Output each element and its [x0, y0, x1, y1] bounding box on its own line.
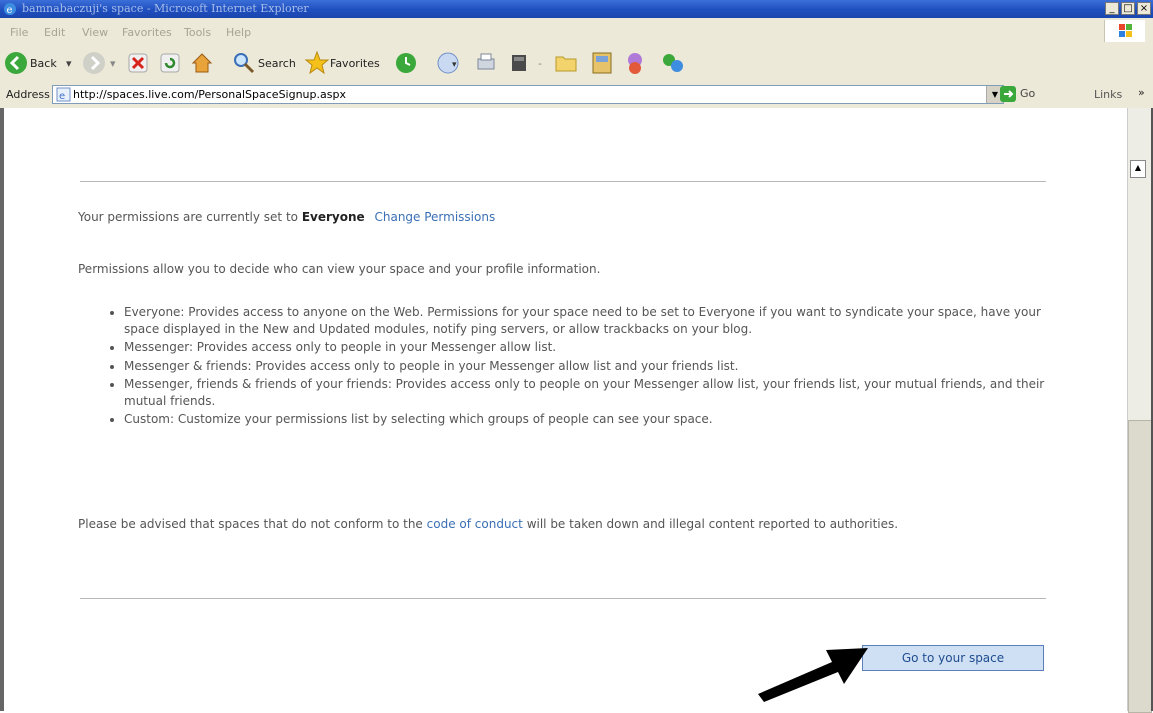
list-item: Custom: Customize your permissions list … — [124, 411, 1054, 428]
search-label[interactable]: Search — [258, 57, 296, 70]
list-item: Messenger, friends & friends of your fri… — [124, 376, 1054, 409]
code-of-conduct-link[interactable]: code of conduct — [427, 517, 523, 531]
back-dropdown-icon[interactable]: ▾ — [66, 57, 72, 70]
go-button[interactable]: Go — [1020, 87, 1035, 100]
stop-icon[interactable] — [128, 53, 148, 73]
permissions-value: Everyone — [301, 210, 365, 224]
svg-text:▾: ▾ — [452, 60, 457, 70]
menu-help[interactable]: Help — [226, 26, 251, 39]
history-icon[interactable] — [394, 51, 418, 75]
window-title: bamnabaczuji's space - Microsoft Interne… — [22, 2, 309, 15]
msn-icon[interactable] — [660, 50, 686, 76]
scroll-up-icon[interactable]: ▲ — [1130, 160, 1146, 178]
back-label[interactable]: Back — [30, 57, 57, 70]
divider-bottom — [80, 598, 1046, 599]
edit-icon[interactable] — [510, 52, 530, 74]
toolbar: Back ▾ ▾ Search Favorites ▾ - — [0, 44, 1153, 83]
go-to-your-space-button[interactable]: Go to your space — [862, 645, 1044, 671]
menu-favorites[interactable]: Favorites — [122, 26, 172, 39]
refresh-icon[interactable] — [160, 53, 180, 73]
favorites-star-icon[interactable] — [304, 50, 330, 76]
home-icon[interactable] — [190, 51, 214, 75]
folder-icon[interactable] — [554, 51, 578, 75]
close-button[interactable]: × — [1137, 2, 1151, 15]
scroll-thumb[interactable] — [1128, 420, 1152, 713]
address-bar: Address e http://spaces.live.com/Persona… — [0, 82, 1153, 109]
research-icon[interactable] — [590, 50, 614, 76]
change-permissions-link[interactable]: Change Permissions — [374, 210, 495, 224]
print-icon[interactable] — [474, 51, 498, 75]
permissions-intro: Permissions allow you to decide who can … — [78, 262, 601, 276]
svg-text:e: e — [7, 5, 13, 16]
menu-file[interactable]: File — [10, 26, 28, 39]
edit-dropdown-icon[interactable]: - — [538, 57, 542, 70]
menu-view[interactable]: View — [82, 26, 108, 39]
maximize-button[interactable]: □ — [1121, 2, 1135, 15]
forward-dropdown-icon[interactable]: ▾ — [110, 57, 116, 70]
links-button[interactable]: Links — [1094, 88, 1122, 101]
minimize-button[interactable]: _ — [1105, 2, 1119, 15]
favorites-label[interactable]: Favorites — [330, 57, 380, 70]
menu-edit[interactable]: Edit — [44, 26, 65, 39]
list-item: Messenger: Provides access only to peopl… — [124, 339, 1054, 356]
divider-top — [80, 181, 1046, 182]
permissions-list: Everyone: Provides access to anyone on t… — [100, 304, 1054, 430]
advisory-suffix: will be taken down and illegal content r… — [526, 517, 899, 531]
menu-tools[interactable]: Tools — [184, 26, 211, 39]
ie-icon: e — [4, 3, 16, 16]
permissions-prefix: Your permissions are currently set to — [78, 210, 298, 224]
search-icon[interactable] — [232, 51, 256, 75]
menu-bar: File Edit View Favorites Tools Help — [0, 18, 1153, 45]
list-item: Messenger & friends: Provides access onl… — [124, 358, 1054, 375]
title-bar: e bamnabaczuji's space - Microsoft Inter… — [0, 0, 1153, 18]
messenger-icon[interactable] — [622, 50, 648, 76]
window-border-left — [0, 108, 4, 711]
address-url: http://spaces.live.com/PersonalSpaceSign… — [73, 88, 346, 101]
back-icon[interactable] — [4, 51, 28, 75]
advisory-prefix: Please be advised that spaces that do no… — [78, 517, 423, 531]
forward-icon[interactable] — [82, 51, 106, 75]
page-icon: e — [56, 87, 71, 102]
go-arrow-icon[interactable] — [1000, 86, 1016, 102]
svg-text:e: e — [59, 91, 65, 102]
advisory-text: Please be advised that spaces that do no… — [78, 516, 1038, 533]
mail-icon[interactable]: ▾ — [436, 51, 462, 75]
windows-logo-icon — [1104, 20, 1145, 42]
address-input[interactable]: e http://spaces.live.com/PersonalSpaceSi… — [52, 85, 1004, 104]
address-label: Address — [6, 88, 50, 101]
list-item: Everyone: Provides access to anyone on t… — [124, 304, 1054, 337]
links-chevron-icon[interactable]: » — [1138, 86, 1145, 99]
permissions-status: Your permissions are currently set to Ev… — [78, 210, 495, 224]
arrow-pointer-icon — [758, 648, 868, 702]
